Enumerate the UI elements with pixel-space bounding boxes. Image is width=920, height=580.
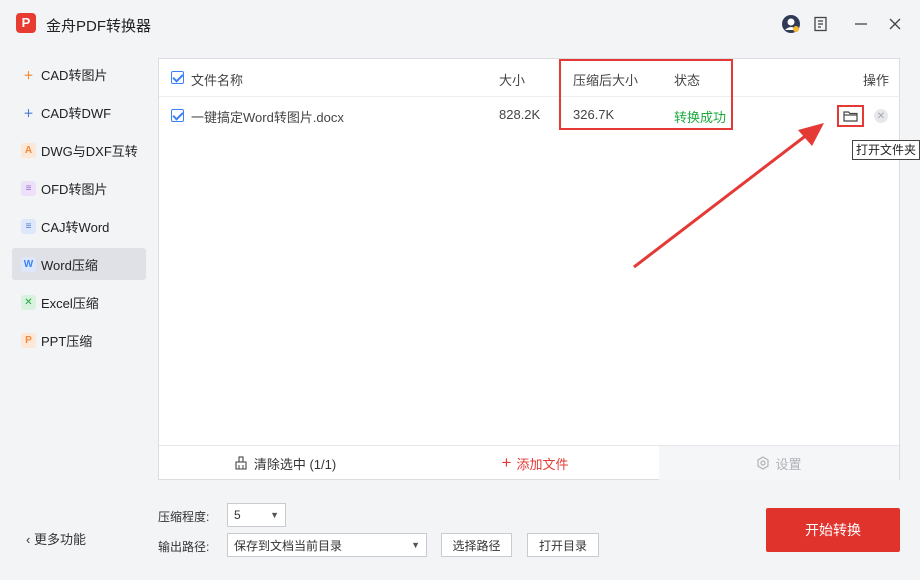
ofd-doc-icon: ≡: [21, 180, 36, 196]
sidebar-item-label: DWG与DXF互转: [41, 143, 138, 159]
user-avatar-icon[interactable]: [780, 13, 802, 35]
settings-button[interactable]: 设置: [659, 446, 899, 480]
delete-row-button[interactable]: ✕: [874, 109, 888, 123]
sidebar-item-word-compress[interactable]: W Word压缩: [12, 248, 146, 280]
panel-footer: 清除选中 (1/1) + 添加文件 设置: [159, 445, 899, 480]
sidebar-item-label: CAD转DWF: [41, 105, 112, 121]
title-bar: P 金舟PDF转换器: [0, 0, 920, 50]
cad-plus-icon: ＋: [23, 108, 34, 120]
sidebar-item-cad-to-image[interactable]: ＋ CAD转图片: [12, 58, 146, 90]
sidebar-item-label: PPT压缩: [41, 333, 93, 349]
open-folder-button[interactable]: [837, 105, 864, 127]
file-name: 一键搞定Word转图片.docx: [191, 110, 344, 125]
more-features-label: 更多功能: [33, 532, 86, 547]
row-checkbox[interactable]: [171, 109, 184, 122]
chevron-down-icon: ▼: [411, 540, 420, 550]
compression-level-select[interactable]: 5 ▼: [227, 503, 286, 527]
chevron-left-icon: ‹: [26, 532, 31, 547]
open-directory-button[interactable]: 打开目录: [527, 533, 599, 557]
sidebar-item-excel-compress[interactable]: ✕ Excel压缩: [12, 286, 146, 318]
minimize-icon[interactable]: [850, 13, 872, 35]
header-size: 大小: [499, 73, 526, 88]
sidebar-item-label: Word压缩: [41, 257, 98, 273]
table-header: 文件名称 大小 压缩后大小 状态 操作: [159, 59, 899, 97]
app-title: 金舟PDF转换器: [46, 18, 152, 35]
cad-plus-icon: ＋: [23, 70, 34, 82]
word-compress-icon: W: [21, 256, 36, 272]
file-size: 828.2K: [499, 107, 541, 122]
chevron-down-icon: ▼: [270, 510, 279, 520]
sidebar-item-label: CAJ转Word: [41, 219, 110, 235]
output-path-select[interactable]: 保存到文档当前目录 ▼: [227, 533, 427, 557]
sidebar-item-label: Excel压缩: [41, 295, 99, 311]
select-all-checkbox[interactable]: [171, 71, 184, 84]
caj-doc-icon: ≡: [21, 218, 36, 234]
plus-icon: +: [501, 453, 512, 472]
excel-compress-icon: ✕: [21, 294, 36, 310]
ppt-compress-icon: P: [21, 332, 36, 348]
more-features-link[interactable]: ‹ 更多功能: [26, 529, 86, 548]
header-action: 操作: [863, 73, 890, 88]
sidebar-item-ppt-compress[interactable]: P PPT压缩: [12, 324, 146, 356]
broom-icon: [235, 456, 247, 470]
sidebar-item-caj-to-word[interactable]: ≡ CAJ转Word: [12, 210, 146, 242]
feedback-icon[interactable]: [810, 13, 832, 35]
dwg-compass-icon: A: [21, 142, 36, 158]
sidebar-item-cad-to-dwf[interactable]: ＋ CAD转DWF: [12, 96, 146, 128]
clear-selected-label: 清除选中 (1/1): [253, 456, 337, 472]
choose-path-button[interactable]: 选择路径: [441, 533, 512, 557]
start-convert-button[interactable]: 开始转换: [766, 508, 900, 552]
close-icon[interactable]: [884, 13, 906, 35]
sidebar-item-ofd-to-image[interactable]: ≡ OFD转图片: [12, 172, 146, 204]
folder-icon: [843, 111, 858, 122]
annotation-arrow: [633, 123, 824, 269]
compression-level-value: 5: [234, 508, 241, 522]
settings-label: 设置: [775, 456, 802, 472]
output-path-value: 保存到文档当前目录: [234, 538, 343, 553]
header-file-name: 文件名称: [191, 73, 244, 88]
sidebar-item-dwg-dxf[interactable]: A DWG与DXF互转: [12, 134, 146, 166]
add-file-label: 添加文件: [516, 456, 569, 472]
app-logo: P: [16, 13, 36, 33]
output-path-label: 输出路径:: [158, 540, 210, 554]
clear-selected-button[interactable]: 清除选中 (1/1): [159, 446, 411, 480]
sidebar-item-label: CAD转图片: [41, 67, 108, 83]
gear-icon: [757, 456, 770, 470]
add-file-button[interactable]: + 添加文件: [411, 446, 659, 480]
open-folder-tooltip: 打开文件夹: [852, 140, 920, 160]
close-icon: ✕: [876, 110, 886, 122]
compression-level-label: 压缩程度:: [158, 510, 210, 524]
sidebar-item-label: OFD转图片: [41, 181, 108, 197]
